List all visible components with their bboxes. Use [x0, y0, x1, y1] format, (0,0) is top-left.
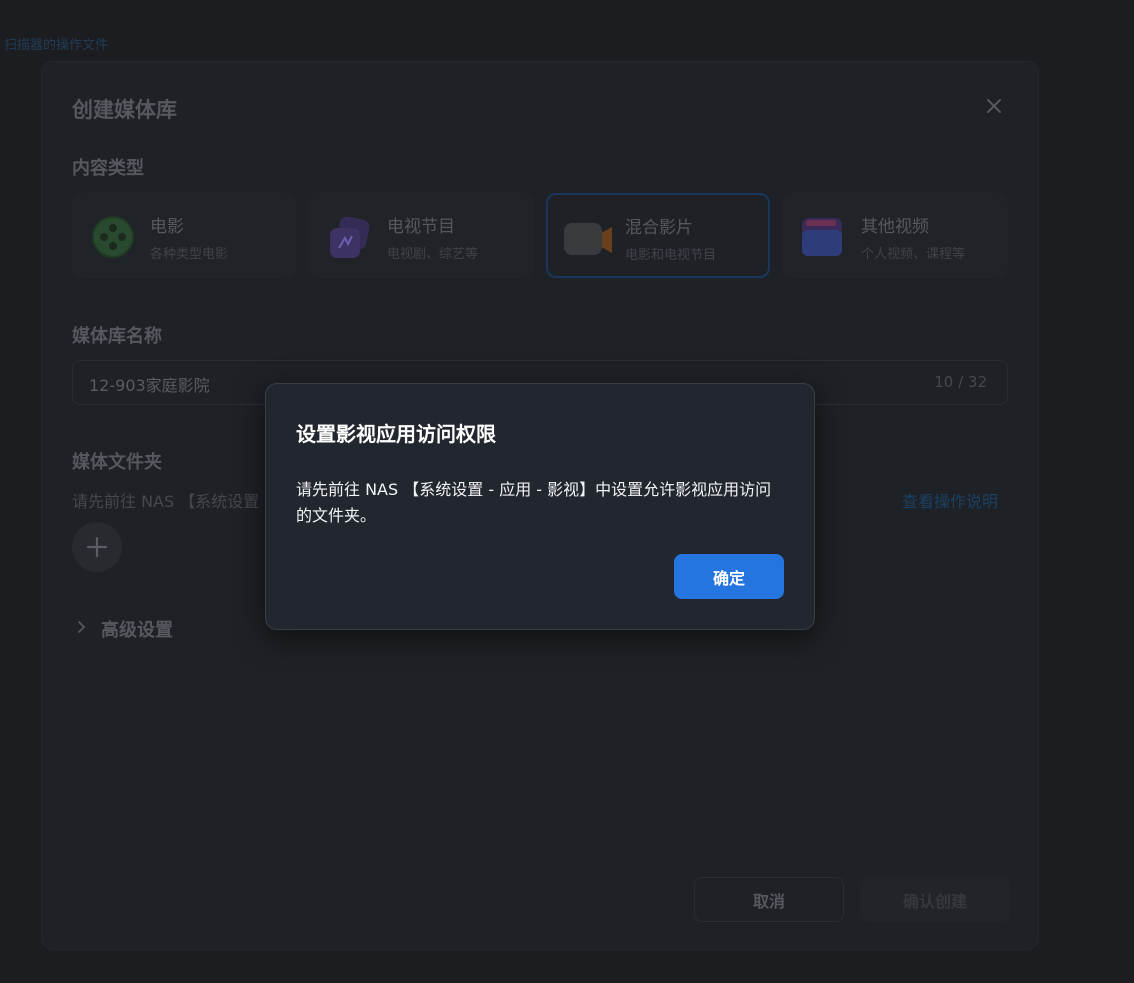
library-name-value: 12-903家庭影院: [89, 376, 210, 395]
type-card-tv[interactable]: 电视节目 电视剧、综艺等: [309, 193, 533, 278]
folder-label: 媒体文件夹: [72, 452, 162, 473]
film-reel-icon: [87, 214, 139, 260]
dialog-message: 请先前往 NAS 【系统设置 - 应用 - 影视】中设置允许影视应用访问的文件夹…: [296, 480, 772, 525]
ok-button[interactable]: 确定: [674, 554, 784, 599]
close-icon[interactable]: [982, 94, 1006, 118]
type-desc: 电影和电视节目: [625, 248, 717, 263]
type-card-other[interactable]: 其他视频 个人视频、课程等: [783, 193, 1007, 278]
type-desc: 个人视频、课程等: [861, 247, 966, 262]
top-link[interactable]: 扫描器的操作文件: [4, 34, 108, 53]
chevron-right-icon: [72, 618, 90, 636]
type-desc: 电视剧、综艺等: [387, 247, 479, 262]
type-desc: 各种类型电影: [150, 247, 229, 262]
add-folder-button[interactable]: [72, 522, 122, 572]
advanced-settings-label: 高级设置: [101, 620, 173, 641]
folder-hint: 请先前往 NAS 【系统设置: [72, 492, 260, 511]
video-camera-icon: [562, 215, 614, 261]
cancel-button[interactable]: 取消: [694, 877, 844, 922]
content-type-label: 内容类型: [72, 158, 144, 179]
permission-dialog: 设置影视应用访问权限 请先前往 NAS 【系统设置 - 应用 - 影视】中设置允…: [265, 383, 815, 630]
dialog-title: 设置影视应用访问权限: [296, 422, 496, 446]
type-name: 电影: [150, 217, 184, 237]
type-card-movie[interactable]: 电影 各种类型电影: [72, 193, 296, 278]
type-name: 其他视频: [861, 217, 929, 237]
library-name-counter: 10 / 32: [934, 373, 987, 391]
plus-icon: [86, 536, 108, 558]
confirm-create-button[interactable]: 确认创建: [860, 877, 1010, 922]
panel-title: 创建媒体库: [72, 98, 177, 122]
folder-help-link[interactable]: 查看操作说明: [902, 488, 998, 512]
type-name: 混合影片: [625, 218, 693, 238]
video-folder-icon: [798, 214, 850, 260]
library-name-label: 媒体库名称: [72, 326, 162, 347]
type-name: 电视节目: [387, 217, 455, 237]
type-card-mixed[interactable]: 混合影片 电影和电视节目: [546, 193, 770, 278]
tv-icon: [324, 214, 376, 260]
